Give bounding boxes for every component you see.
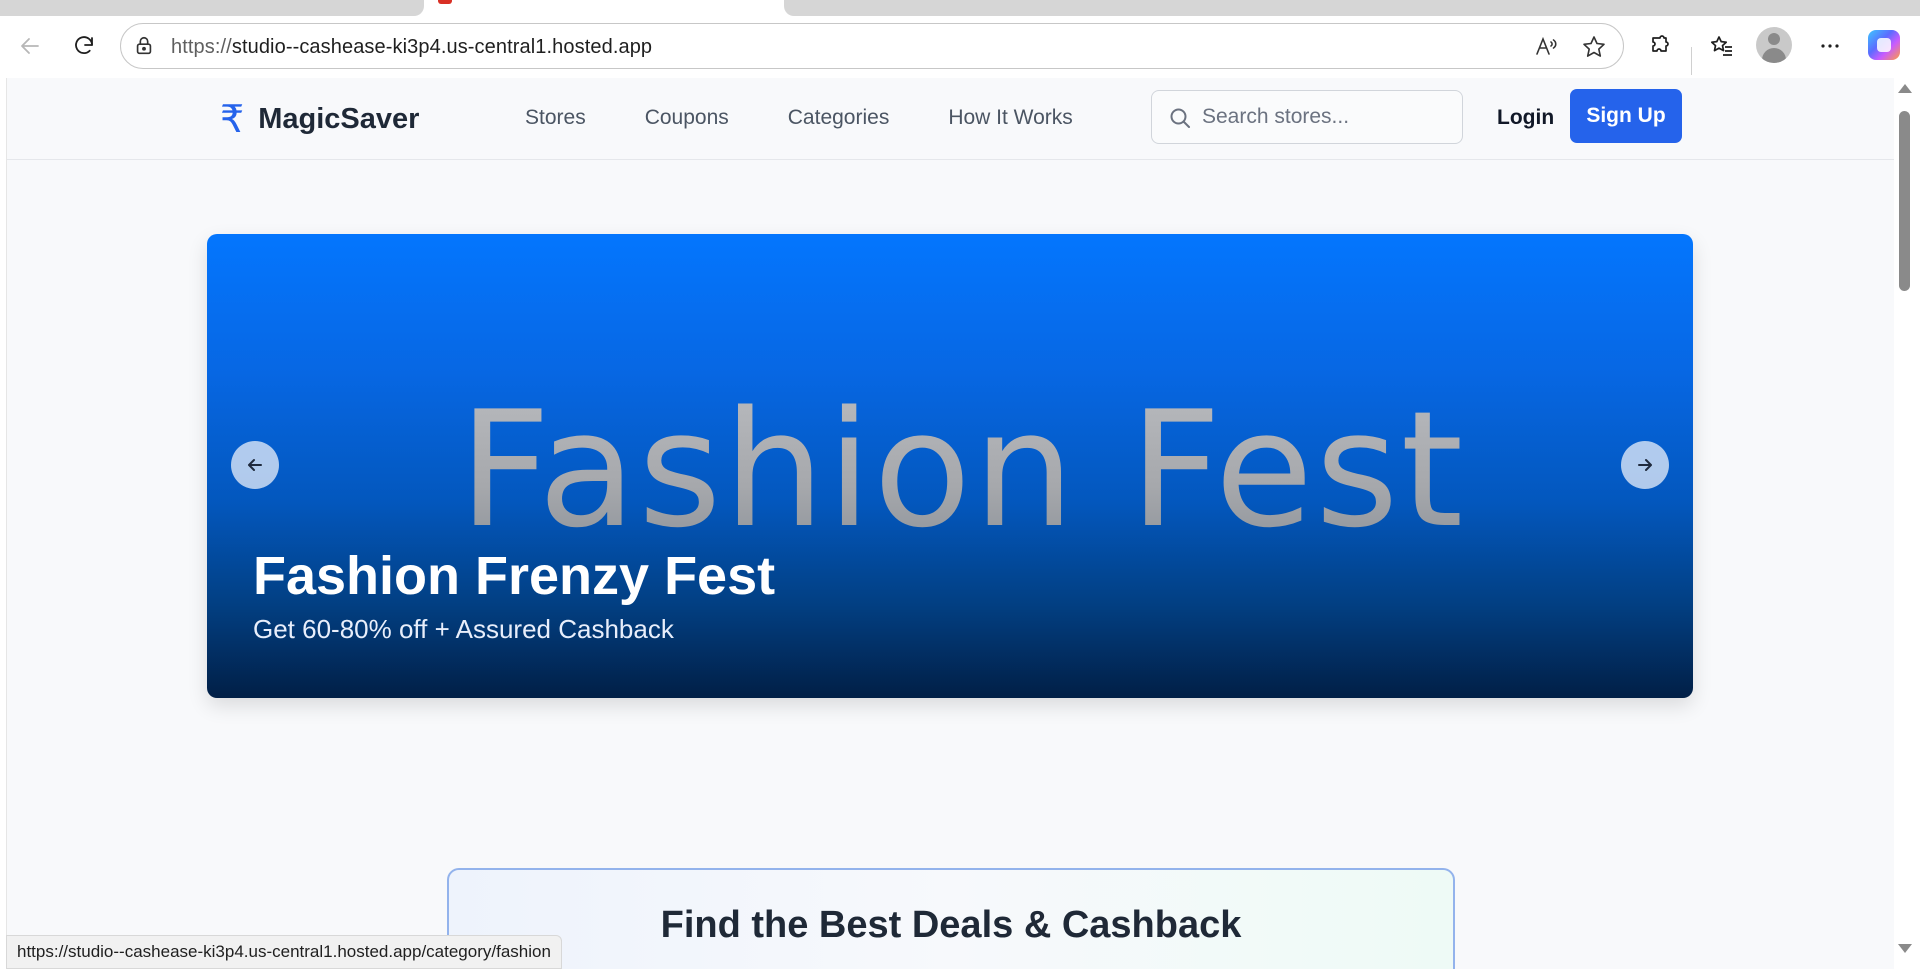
window-bottom-frame (0, 969, 1920, 973)
extensions-icon[interactable] (1642, 28, 1678, 64)
browser-toolbar: https://studio--cashease-ki3p4.us-centra… (0, 16, 1920, 78)
deals-title: Find the Best Deals & Cashback (660, 904, 1242, 946)
address-bar[interactable]: https://studio--cashease-ki3p4.us-centra… (120, 23, 1624, 69)
find-deals-card: Find the Best Deals & Cashback (447, 868, 1455, 969)
search-input[interactable] (1202, 103, 1452, 131)
status-url-bubble: https://studio--cashease-ki3p4.us-centra… (6, 935, 562, 969)
store-search (1151, 90, 1463, 144)
nav-categories[interactable]: Categories (788, 106, 890, 130)
url-host: studio--cashease-ki3p4.us-central1.hoste… (231, 36, 653, 58)
nav-stores[interactable]: Stores (525, 106, 586, 130)
rupee-logo-icon: ₹ (220, 97, 245, 141)
carousel-next-button[interactable] (1621, 441, 1669, 489)
url-protocol: https:// (171, 36, 232, 58)
hero-image-text: Fashion Fest (219, 390, 1693, 550)
tab-favicon-icon (438, 0, 452, 4)
toolbar-separator (1691, 47, 1692, 75)
tab-strip (0, 0, 1920, 16)
page-scrollbar[interactable] (1894, 78, 1914, 969)
lock-icon[interactable] (133, 35, 155, 57)
nav-how-it-works[interactable]: How It Works (948, 106, 1072, 130)
scroll-up-icon[interactable] (1898, 84, 1912, 93)
main-nav: Stores Coupons Categories How It Works (525, 106, 1073, 130)
hero-subtitle: Get 60-80% off + Assured Cashback (253, 614, 674, 644)
back-icon[interactable] (12, 28, 48, 64)
copilot-icon[interactable] (1868, 30, 1900, 60)
favorites-icon[interactable] (1704, 28, 1740, 64)
hero-carousel[interactable]: Fashion Fest Fashion Frenzy Fest Get 60-… (207, 234, 1693, 698)
read-aloud-icon[interactable] (1533, 34, 1559, 60)
carousel-prev-button[interactable] (231, 441, 279, 489)
login-link[interactable]: Login (1497, 106, 1554, 130)
tab-inactive-right[interactable] (784, 0, 1920, 16)
page-viewport: ₹ MagicSaver Stores Coupons Categories H… (6, 78, 1894, 969)
profile-avatar[interactable] (1756, 27, 1792, 63)
arrow-left-icon (248, 459, 262, 471)
brand-name: MagicSaver (258, 102, 420, 135)
arrow-right-icon (1638, 459, 1652, 471)
favorite-star-icon[interactable] (1581, 34, 1607, 60)
more-options-icon[interactable] (1812, 28, 1848, 64)
avatar-head (1768, 33, 1780, 45)
url-text[interactable]: https://studio--cashease-ki3p4.us-centra… (171, 36, 652, 59)
signup-button[interactable]: Sign Up (1570, 89, 1682, 143)
scroll-down-icon[interactable] (1898, 944, 1912, 953)
nav-coupons[interactable]: Coupons (645, 106, 729, 130)
hero-title: Fashion Frenzy Fest (253, 546, 776, 606)
site-logo[interactable]: ₹ MagicSaver (220, 100, 419, 138)
refresh-icon[interactable] (66, 28, 102, 64)
avatar-body (1762, 48, 1786, 63)
tab-inactive-left[interactable] (0, 0, 424, 16)
search-icon (1168, 106, 1192, 130)
site-header: ₹ MagicSaver Stores Coupons Categories H… (7, 78, 1894, 160)
scroll-thumb[interactable] (1899, 111, 1910, 291)
